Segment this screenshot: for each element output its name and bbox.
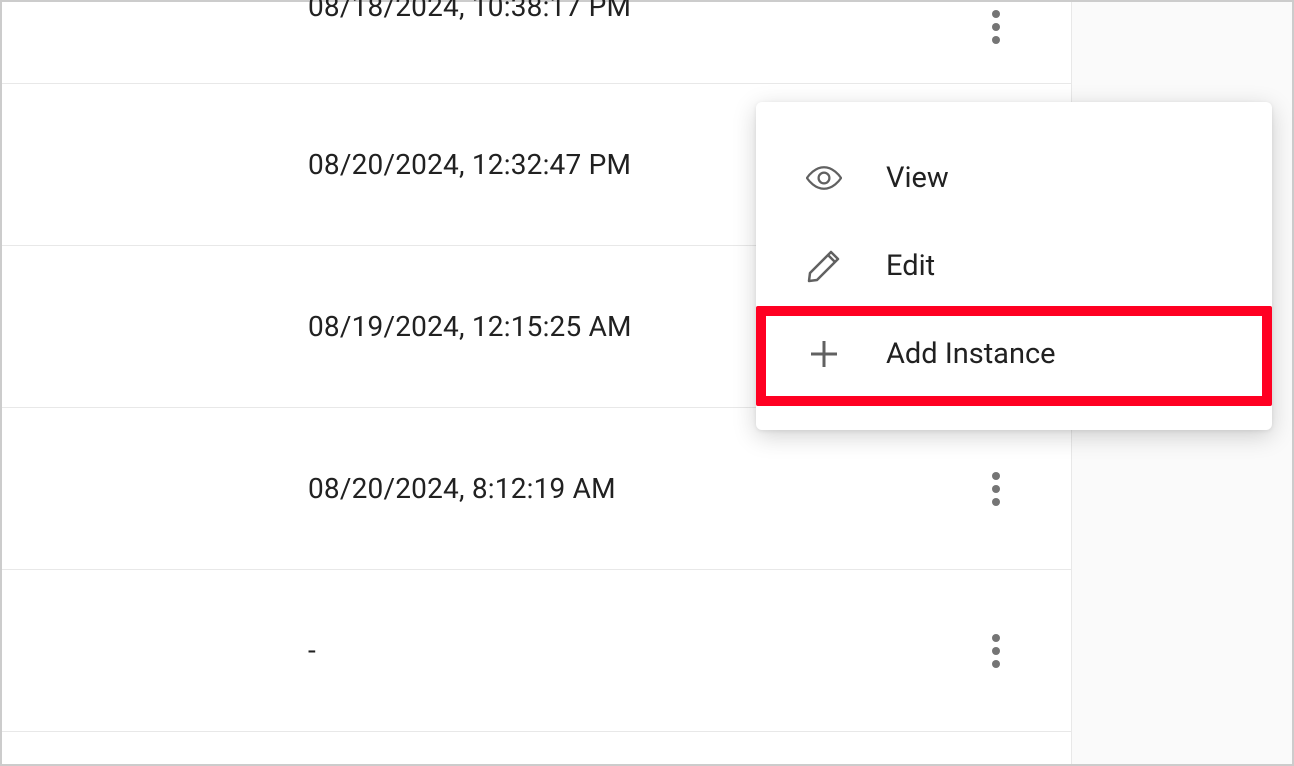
actions-cell xyxy=(921,2,1071,52)
timestamp-cell: 08/18/2024, 10:38:17 PM xyxy=(2,0,921,23)
actions-cell xyxy=(921,464,1071,514)
timestamp-value: 08/18/2024, 10:38:17 PM xyxy=(308,0,631,23)
row-actions-button[interactable] xyxy=(984,626,1008,676)
timestamp-value: 08/19/2024, 12:15:25 AM xyxy=(308,310,632,343)
actions-cell xyxy=(921,626,1071,676)
menu-item-label: Edit xyxy=(886,249,935,283)
menu-item-label: Add Instance xyxy=(886,337,1056,371)
menu-item-view[interactable]: View xyxy=(756,134,1272,222)
table-row: - xyxy=(2,570,1071,732)
kebab-icon xyxy=(992,10,1000,44)
row-actions-button[interactable] xyxy=(984,464,1008,514)
row-actions-button[interactable] xyxy=(984,2,1008,52)
table-row: 08/20/2024, 8:12:19 AM xyxy=(2,408,1071,570)
table-row: 08/18/2024, 10:38:17 PM xyxy=(2,2,1071,84)
menu-item-label: View xyxy=(886,161,949,195)
pencil-icon xyxy=(806,248,842,284)
eye-icon xyxy=(806,160,842,196)
timestamp-value: 08/20/2024, 12:32:47 PM xyxy=(308,148,631,181)
timestamp-cell: - xyxy=(2,634,921,667)
menu-item-edit[interactable]: Edit xyxy=(756,222,1272,310)
timestamp-cell: 08/20/2024, 8:12:19 AM xyxy=(2,472,921,505)
kebab-icon xyxy=(992,634,1000,668)
context-menu: View Edit Add Instance xyxy=(756,102,1272,430)
plus-icon xyxy=(806,336,842,372)
menu-item-add-instance[interactable]: Add Instance xyxy=(756,310,1272,398)
kebab-icon xyxy=(992,472,1000,506)
timestamp-value: 08/20/2024, 8:12:19 AM xyxy=(308,472,616,505)
timestamp-value: - xyxy=(308,634,316,667)
